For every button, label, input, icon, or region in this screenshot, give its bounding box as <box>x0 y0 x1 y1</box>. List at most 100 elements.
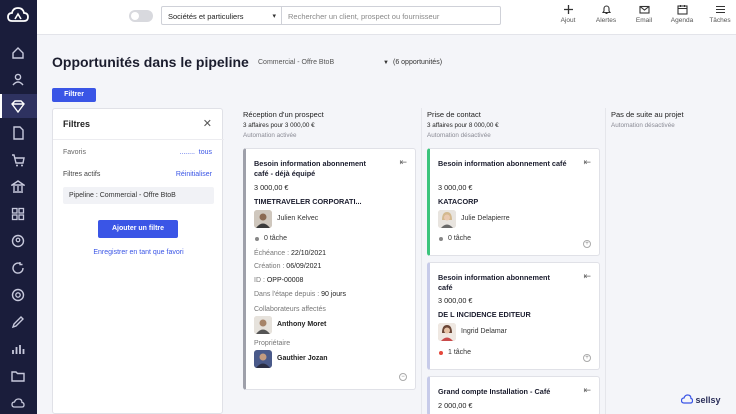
favorites-label: Favoris <box>63 149 86 156</box>
card-company: KATACORP <box>438 197 479 206</box>
filters-title: Filtres <box>63 119 91 129</box>
avatar <box>254 316 272 334</box>
card-title: Grand compte Installation - Café <box>438 387 551 396</box>
toggle-switch[interactable] <box>129 10 153 22</box>
cloud-icon[interactable] <box>9 394 27 412</box>
card-task: 1 tâche <box>448 349 471 356</box>
collaborator-name: Anthony Moret <box>277 321 327 328</box>
cart-icon[interactable] <box>9 151 27 169</box>
card-created: Création : 06/09/2021 <box>254 263 321 270</box>
tasks-button[interactable]: Tâches <box>703 4 736 24</box>
column-automation: Automation activée <box>243 132 297 139</box>
column-automation: Automation désactivée <box>611 122 675 129</box>
filters-panel: Filtres ✕ Favoris ........ tous Filtres … <box>52 108 224 414</box>
card-company: DE L INCIDENCE EDITEUR <box>438 310 531 319</box>
opportunity-count: (6 opportunités) <box>393 59 443 66</box>
tasks-label: Tâches <box>709 17 731 24</box>
cloud-logo-icon <box>680 394 694 404</box>
filter-button[interactable]: Filtrer <box>52 88 96 102</box>
opportunity-card[interactable]: Besoin information abonnement café ⇤ 3 0… <box>427 148 600 256</box>
column-divider <box>421 108 422 414</box>
home-icon[interactable] <box>9 44 27 62</box>
column-title: Prise de contact <box>427 110 481 119</box>
column-title: Pas de suite au projet <box>611 110 684 119</box>
column-summary: 3 affaires pour 8 000,00 € <box>427 122 499 129</box>
avatar <box>438 210 456 228</box>
plus-icon <box>563 5 573 14</box>
card-title-line1: Besoin information abonnement <box>254 159 366 168</box>
add-circle-icon[interactable]: − <box>399 373 407 381</box>
task-late-dot <box>439 351 443 355</box>
card-amount: 2 000,00 € <box>438 401 473 410</box>
refresh-icon[interactable] <box>9 259 27 277</box>
move-icon[interactable]: ⇤ <box>583 385 591 396</box>
reset-link[interactable]: Réinitialiser <box>176 171 212 178</box>
card-contact: Julie Delapierre <box>461 215 510 222</box>
id-label: ID : <box>254 277 267 284</box>
folder-icon[interactable] <box>9 367 27 385</box>
task-status-dot <box>255 237 259 241</box>
app-logo-icon[interactable] <box>7 6 29 24</box>
support-icon[interactable] <box>9 286 27 304</box>
list-icon <box>715 5 725 14</box>
avatar <box>438 323 456 341</box>
sellsy-logo: sellsy <box>680 394 721 405</box>
card-stage: Dans l'étape depuis : 90 jours <box>254 291 346 298</box>
close-icon[interactable]: ✕ <box>203 117 212 130</box>
save-favorite-link[interactable]: Enregistrer en tant que favori <box>53 249 224 256</box>
grid-icon[interactable] <box>9 205 27 223</box>
bank-icon[interactable] <box>9 178 27 196</box>
pipeline-chevron-down-icon[interactable]: ▼ <box>383 60 389 66</box>
card-id: ID : OPP-00008 <box>254 277 303 284</box>
opportunity-card[interactable]: Grand compte Installation - Café ⇤ 2 000… <box>427 376 600 414</box>
due-label: Échéance : <box>254 250 291 257</box>
pipeline-select[interactable]: Commercial - Offre BtoB <box>258 59 334 66</box>
card-task: 0 tâche <box>264 235 287 242</box>
search-input[interactable]: Rechercher un client, prospect ou fourni… <box>282 6 501 25</box>
card-title-line1: Besoin information abonnement <box>438 273 550 282</box>
pencil-icon[interactable] <box>9 313 27 331</box>
opportunity-card[interactable]: Besoin information abonnement café - déj… <box>243 148 416 390</box>
move-icon[interactable]: ⇤ <box>399 157 407 168</box>
move-icon[interactable]: ⇤ <box>583 271 591 282</box>
owner-label: Propriétaire <box>254 340 291 347</box>
card-contact: Julien Kelvec <box>277 215 319 222</box>
task-status-dot <box>439 237 443 241</box>
avatar <box>254 210 272 228</box>
agenda-button[interactable]: Agenda <box>665 4 699 24</box>
bar-chart-icon[interactable] <box>9 340 27 358</box>
user-circle-icon[interactable] <box>9 232 27 250</box>
email-button[interactable]: Email <box>627 4 661 24</box>
avatar <box>254 350 272 368</box>
active-filter-chip[interactable]: Pipeline : Commercial - Offre BtoB <box>63 187 214 204</box>
divider <box>53 139 224 140</box>
due-value: 22/10/2021 <box>290 250 327 257</box>
move-icon[interactable]: ⇤ <box>583 157 591 168</box>
mail-icon <box>638 5 650 14</box>
add-label: Ajout <box>560 17 576 24</box>
favorites-all-link[interactable]: tous <box>199 149 212 156</box>
card-due: Échéance : 22/10/2021 <box>254 250 326 257</box>
brand-name: sellsy <box>695 395 721 405</box>
add-circle-icon[interactable]: + <box>583 240 591 248</box>
card-title-line2: café <box>438 283 453 292</box>
calendar-icon <box>676 5 688 15</box>
created-label: Création : <box>254 263 287 270</box>
page-title: Opportunités dans le pipeline <box>52 54 249 70</box>
card-amount: 3 000,00 € <box>438 296 473 305</box>
add-button[interactable]: Ajout <box>551 4 585 24</box>
add-circle-icon[interactable]: + <box>583 354 591 362</box>
column-title: Réception d'un prospect <box>243 110 324 119</box>
diamond-icon[interactable] <box>9 97 27 115</box>
card-title-line2: café - déjà équipé <box>254 169 316 178</box>
stage-label: Dans l'étape depuis : <box>254 291 322 298</box>
segment-select[interactable]: Sociétés et particuliers ▾ <box>161 6 282 25</box>
column-summary: 3 affaires pour 3 000,00 € <box>243 122 315 129</box>
document-icon[interactable] <box>9 124 27 142</box>
opportunity-card[interactable]: Besoin information abonnement café ⇤ 3 0… <box>427 262 600 370</box>
add-filter-button[interactable]: Ajouter un filtre <box>98 220 178 238</box>
alerts-button[interactable]: Alertes <box>589 4 623 24</box>
user-icon[interactable] <box>9 70 27 88</box>
owner-name: Gauthier Jozan <box>277 355 328 362</box>
created-value: 06/09/2021 <box>286 263 322 270</box>
